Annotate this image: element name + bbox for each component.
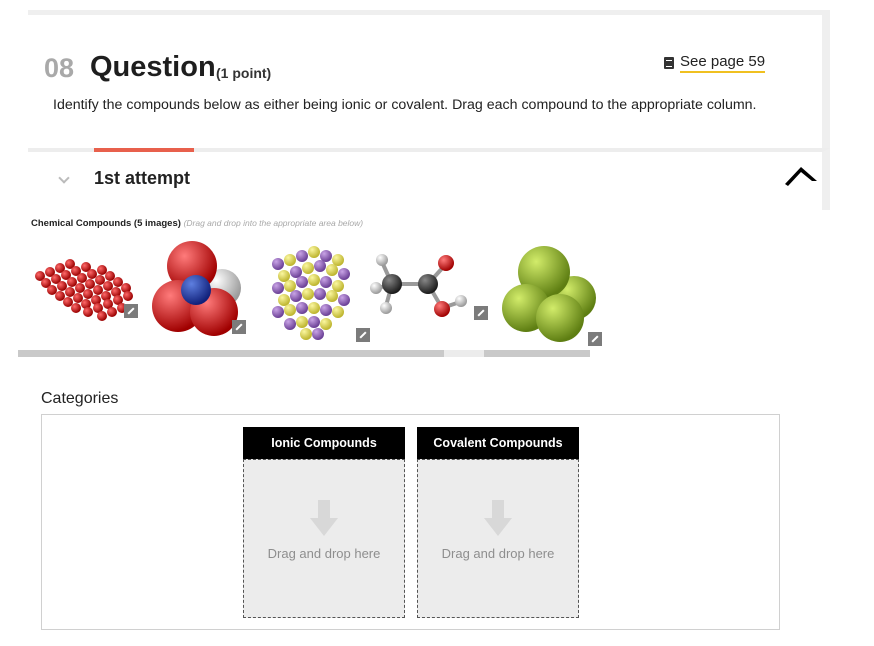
compounds-title: Chemical Compounds (5 images) [31,218,181,229]
compound-tile-1[interactable] [26,236,142,346]
collapse-caret-icon[interactable] [784,164,818,190]
ball-and-stick-molecule-image [370,254,467,317]
ionic-column: Ionic Compounds Drag and drop here [243,427,405,618]
compound-tile-5[interactable] [490,236,606,346]
compound-tile-3[interactable] [256,236,372,346]
ionic-drop-zone[interactable]: Drag and drop here [243,459,405,618]
categories-box: Ionic Compounds Drag and drop here Coval… [41,414,780,630]
expand-icon[interactable] [588,332,602,346]
compound-tile-2[interactable] [140,236,256,346]
scrollbar-thumb-gap [444,350,484,357]
drop-zone-text: Drag and drop here [441,546,555,561]
ionic-column-header: Ionic Compounds [243,427,405,459]
question-card: 08 Question (1 point) See page 59 Identi… [28,10,830,148]
covalent-column: Covalent Compounds Drag and drop here [417,427,579,618]
attempt-label: 1st attempt [94,168,191,188]
compound-tile-4[interactable] [370,236,488,346]
arrow-down-icon [484,500,512,538]
see-page-link[interactable]: See page 59 [664,53,766,73]
question-text: Identify the compounds below as either b… [53,97,757,113]
attempt-header[interactable]: 1st attempt [28,148,830,210]
compounds-hint: (Drag and drop into the appropriate area… [183,218,364,228]
chevron-down-icon[interactable] [58,172,70,184]
covalent-column-header: Covalent Compounds [417,427,579,459]
see-page-label[interactable]: See page 59 [680,53,766,73]
question-title: Question [90,51,216,83]
compound-image-tray [18,236,602,357]
arrow-down-icon [310,500,338,538]
ebook-icon [664,57,674,69]
expand-icon[interactable] [124,304,138,318]
expand-icon[interactable] [232,320,246,334]
attempt-accent-bar [94,148,194,152]
question-points: (1 point) [216,65,272,81]
purple-yellow-crystal-image [272,246,350,340]
categories-label: Categories [41,390,119,407]
covalent-drop-zone[interactable]: Drag and drop here [417,459,579,618]
expand-icon[interactable] [356,328,370,342]
question-number: 08 [44,53,75,83]
red-lattice-molecule-image [35,259,133,321]
expand-icon[interactable] [474,306,488,320]
tray-scrollbar[interactable] [18,350,590,357]
compounds-label: Chemical Compounds (5 images) (Drag and … [31,218,363,229]
drop-zone-text: Drag and drop here [267,546,381,561]
green-spheres-molecule-image [502,246,596,342]
